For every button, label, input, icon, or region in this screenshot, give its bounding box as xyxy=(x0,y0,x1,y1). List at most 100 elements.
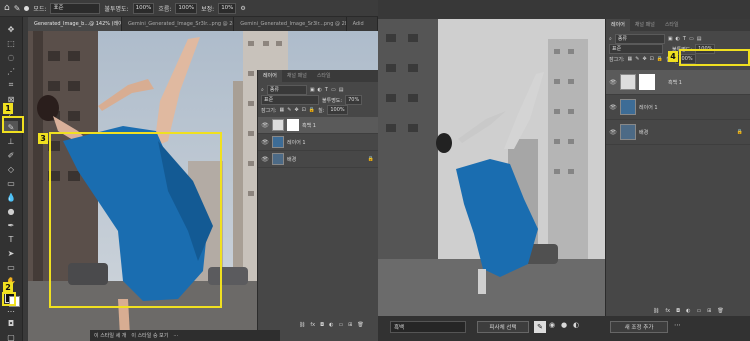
select-subject-button[interactable]: 피사체 선택 xyxy=(477,321,529,333)
adjust-mode-dropdown[interactable]: 흑백 xyxy=(390,321,466,333)
brush-mask-icon[interactable]: ✎ xyxy=(534,321,546,333)
ctx-left-label[interactable]: 이 스타일 세 개 xyxy=(94,332,126,339)
tab-layers[interactable]: 레이어 xyxy=(606,19,630,31)
layer-mask-thumb[interactable] xyxy=(287,119,299,131)
kind-filter-dropdown[interactable]: 종류 xyxy=(266,85,307,95)
doc-tab-2[interactable]: Gemini_Generated_Image_Sr3lr...png @ 285… xyxy=(121,17,235,31)
new-adjustment-icon[interactable]: ◐ xyxy=(686,308,690,314)
fx-icon[interactable]: fx xyxy=(665,308,670,314)
fill-field[interactable]: 100% xyxy=(327,105,348,115)
circle-icon[interactable]: ● xyxy=(561,321,567,329)
quick-select-tool-icon[interactable]: ⋰ xyxy=(4,65,18,77)
lock-paint-icon[interactable]: ✎ xyxy=(287,107,291,113)
doc-tab-1[interactable]: Generated_Image_b...@ 142% (레이어... xyxy=(28,17,122,31)
crop-tool-icon[interactable]: ⌗ xyxy=(4,79,18,91)
type-tool-icon[interactable]: T xyxy=(4,233,18,245)
doc-tab-4[interactable]: Adid xyxy=(346,17,378,31)
fx-icon[interactable]: fx xyxy=(310,322,315,328)
filter-shape-icon[interactable]: ▭ xyxy=(689,36,694,42)
filter-adjust-icon[interactable]: ◐ xyxy=(318,87,322,93)
filter-shape-icon[interactable]: ▭ xyxy=(331,87,336,93)
new-adjustment-icon[interactable]: ◐ xyxy=(329,322,333,328)
stamp-tool-icon[interactable]: ⊥ xyxy=(4,135,18,147)
ctx-right-label[interactable]: 이 스타일 승 보기 xyxy=(131,332,168,339)
doc-tab-3[interactable]: Gemini_Generated_Image_Sr3lr...png @ 285… xyxy=(234,17,347,31)
layer-mask-thumb[interactable] xyxy=(639,74,655,90)
visibility-eye-icon[interactable]: 👁 xyxy=(609,79,617,86)
tab-styles[interactable]: 스타일 xyxy=(312,70,336,82)
lock-move-icon[interactable]: ✥ xyxy=(294,107,298,113)
filter-pixel-icon[interactable]: ▣ xyxy=(310,87,315,93)
lock-artboard-icon[interactable]: ⊡ xyxy=(302,107,306,113)
brush-size-dot[interactable] xyxy=(24,5,30,11)
delete-layer-icon[interactable]: 🗑 xyxy=(357,322,363,328)
layer-row-bw[interactable]: 👁 흑백 1 xyxy=(258,117,378,134)
tab-channels[interactable]: 채널 패널 xyxy=(630,19,660,31)
settings-gear-icon[interactable]: ⚙ xyxy=(240,5,245,12)
link-layers-icon[interactable]: ⛓ xyxy=(299,322,305,328)
visibility-eye-icon[interactable]: 👁 xyxy=(261,122,269,129)
shape-tool-icon[interactable]: ▭ xyxy=(4,261,18,273)
filter-type-icon[interactable]: T xyxy=(325,87,328,93)
blend-mode-dropdown[interactable]: 표준 xyxy=(261,95,319,105)
tab-layers[interactable]: 레이어 xyxy=(258,70,282,82)
smoothing-input[interactable]: 10% xyxy=(218,2,237,14)
new-layer-icon[interactable]: ⊞ xyxy=(348,322,352,328)
tab-styles[interactable]: 스타일 xyxy=(660,19,684,31)
new-group-icon[interactable]: ▭ xyxy=(338,322,343,328)
new-adjustment-button[interactable]: 새 조정 추가 xyxy=(610,321,668,333)
target-icon[interactable]: ◉ xyxy=(549,321,555,329)
add-mask-icon[interactable]: ◘ xyxy=(320,322,324,328)
marquee-tool-icon[interactable]: ⬚ xyxy=(4,37,18,49)
filter-adjust-icon[interactable]: ◐ xyxy=(676,36,680,42)
mask-invert-icon[interactable]: ◐ xyxy=(573,321,579,329)
add-mask-icon[interactable]: ◘ xyxy=(676,308,680,314)
pen-tool-icon[interactable]: ✒ xyxy=(4,219,18,231)
lock-paint-icon[interactable]: ✎ xyxy=(635,56,639,62)
lock-all-icon[interactable]: 🔒 xyxy=(657,56,663,62)
new-layer-icon[interactable]: ⊞ xyxy=(707,308,711,314)
filter-smart-icon[interactable]: ▤ xyxy=(697,36,702,42)
lock-artboard-icon[interactable]: ⊡ xyxy=(650,56,654,62)
visibility-eye-icon[interactable]: 👁 xyxy=(609,104,617,111)
lock-pixels-icon[interactable]: ▦ xyxy=(280,107,285,113)
home-icon[interactable]: ⌂ xyxy=(4,3,10,13)
mode-dropdown[interactable]: 표준 xyxy=(50,2,101,14)
gradient-tool-icon[interactable]: ▭ xyxy=(4,177,18,189)
quick-mask-icon[interactable]: ◘ xyxy=(4,317,18,329)
history-brush-icon[interactable]: ✐ xyxy=(4,149,18,161)
tab-channels[interactable]: 채널 패널 xyxy=(282,70,312,82)
visibility-eye-icon[interactable]: 👁 xyxy=(609,129,617,136)
lasso-tool-icon[interactable]: ◌ xyxy=(4,51,18,63)
brush-tool-icon[interactable]: ✎ xyxy=(14,4,21,13)
visibility-eye-icon[interactable]: 👁 xyxy=(261,156,269,163)
kind-filter-dropdown[interactable]: 종류 xyxy=(614,34,665,44)
opacity-input[interactable]: 100% xyxy=(132,2,155,14)
blend-mode-dropdown[interactable]: 표준 xyxy=(609,44,663,54)
dodge-tool-icon[interactable]: ● xyxy=(4,205,18,217)
flow-input[interactable]: 100% xyxy=(175,2,198,14)
eraser-tool-icon[interactable]: ◇ xyxy=(4,163,18,175)
blur-tool-icon[interactable]: 💧 xyxy=(4,191,18,203)
bw-document-canvas[interactable] xyxy=(378,19,606,316)
ctx-more-icon[interactable]: ⋯ xyxy=(173,333,178,339)
new-group-icon[interactable]: ▭ xyxy=(696,308,701,314)
more-options-icon[interactable]: ⋯ xyxy=(674,321,681,329)
layer-row-background[interactable]: 👁 배경 🔒 xyxy=(258,151,378,168)
lock-all-icon[interactable]: 🔒 xyxy=(309,107,315,113)
path-select-icon[interactable]: ➤ xyxy=(4,247,18,259)
layer-row-background[interactable]: 👁 배경 🔒 xyxy=(606,120,750,145)
delete-layer-icon[interactable]: 🗑 xyxy=(717,308,723,314)
filter-smart-icon[interactable]: ▤ xyxy=(339,87,344,93)
opacity-field[interactable]: 70% xyxy=(345,95,363,105)
move-tool-icon[interactable]: ✥ xyxy=(4,23,18,35)
visibility-eye-icon[interactable]: 👁 xyxy=(261,139,269,146)
link-layers-icon[interactable]: ⛓ xyxy=(653,308,659,314)
lock-pixels-icon[interactable]: ▦ xyxy=(628,56,633,62)
layer-row-1[interactable]: 👁 레이어 1 xyxy=(258,134,378,151)
screen-mode-icon[interactable]: ▢ xyxy=(4,331,18,341)
lock-move-icon[interactable]: ✥ xyxy=(642,56,646,62)
layer-row-bw[interactable]: 👁 흑백 1 xyxy=(606,70,750,95)
layer-row-1[interactable]: 👁 레이어 1 xyxy=(606,95,750,120)
filter-pixel-icon[interactable]: ▣ xyxy=(668,36,673,42)
